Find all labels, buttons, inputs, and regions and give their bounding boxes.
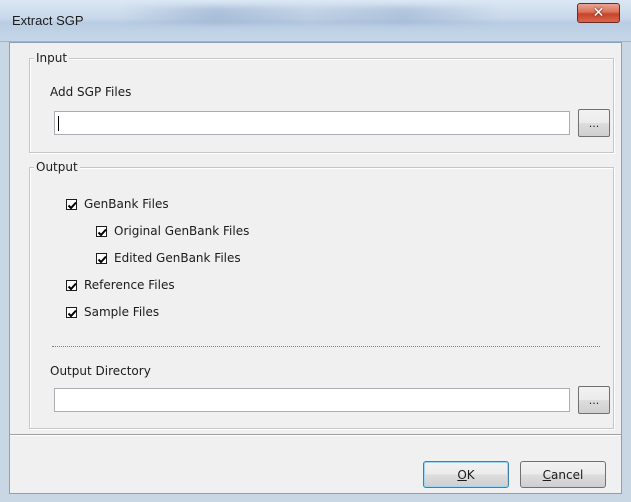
dotted-separator (52, 346, 600, 347)
checkbox-label: Reference Files (84, 278, 175, 292)
browse-output-directory-button[interactable]: ... (578, 386, 610, 414)
output-group-legend: Output (34, 160, 80, 174)
cancel-button-label: Cancel (542, 467, 584, 482)
dialog-client-area: Input Add SGP Files ... Output GenBank F… (9, 42, 622, 494)
cancel-button[interactable]: Cancel (520, 461, 606, 488)
browse-ellipsis-label: ... (588, 394, 600, 407)
input-group-legend: Input (34, 51, 70, 65)
ok-button-label: OK (457, 467, 475, 482)
add-sgp-files-label: Add SGP Files (50, 85, 132, 99)
checkbox-original-genbank-files[interactable]: Original GenBank Files (96, 224, 249, 238)
text-caret (58, 116, 59, 131)
checkbox-edited-genbank-files[interactable]: Edited GenBank Files (96, 251, 241, 265)
checkbox-label: Original GenBank Files (114, 224, 250, 238)
checkbox-box[interactable] (66, 279, 77, 291)
checkbox-box[interactable] (66, 306, 77, 318)
ok-button[interactable]: OK (423, 461, 509, 488)
window-title: Extract SGP (12, 13, 84, 28)
checkbox-label: GenBank Files (84, 197, 169, 211)
checkmark-icon (67, 201, 77, 209)
checkbox-box[interactable] (96, 252, 107, 264)
footer-divider (10, 434, 621, 436)
checkbox-genbank-files[interactable]: GenBank Files (66, 197, 169, 211)
checkmark-icon (97, 228, 107, 236)
checkbox-label: Sample Files (84, 305, 160, 319)
browse-sgp-files-button[interactable]: ... (578, 109, 610, 137)
close-icon: ✕ (592, 5, 605, 21)
output-directory-input[interactable] (54, 388, 570, 412)
sgp-files-input[interactable] (54, 111, 570, 135)
checkmark-icon (97, 255, 107, 263)
input-groupbox: Input Add SGP Files ... (29, 51, 614, 153)
checkbox-reference-files[interactable]: Reference Files (66, 278, 175, 292)
output-groupbox: Output GenBank Files Original GenBank Fi… (29, 160, 614, 429)
checkmark-icon (67, 282, 77, 290)
browse-ellipsis-label: ... (588, 117, 600, 130)
close-button[interactable]: ✕ (577, 3, 620, 23)
checkmark-icon (67, 309, 77, 317)
checkbox-sample-files[interactable]: Sample Files (66, 305, 159, 319)
output-directory-label: Output Directory (50, 364, 151, 378)
checkbox-box[interactable] (66, 198, 77, 210)
title-bar[interactable]: Extract SGP ✕ (0, 0, 631, 42)
checkbox-label: Edited GenBank Files (114, 251, 241, 265)
checkbox-box[interactable] (96, 225, 107, 237)
extract-sgp-dialog: Extract SGP ✕ Input Add SGP Files ... Ou… (0, 0, 631, 502)
